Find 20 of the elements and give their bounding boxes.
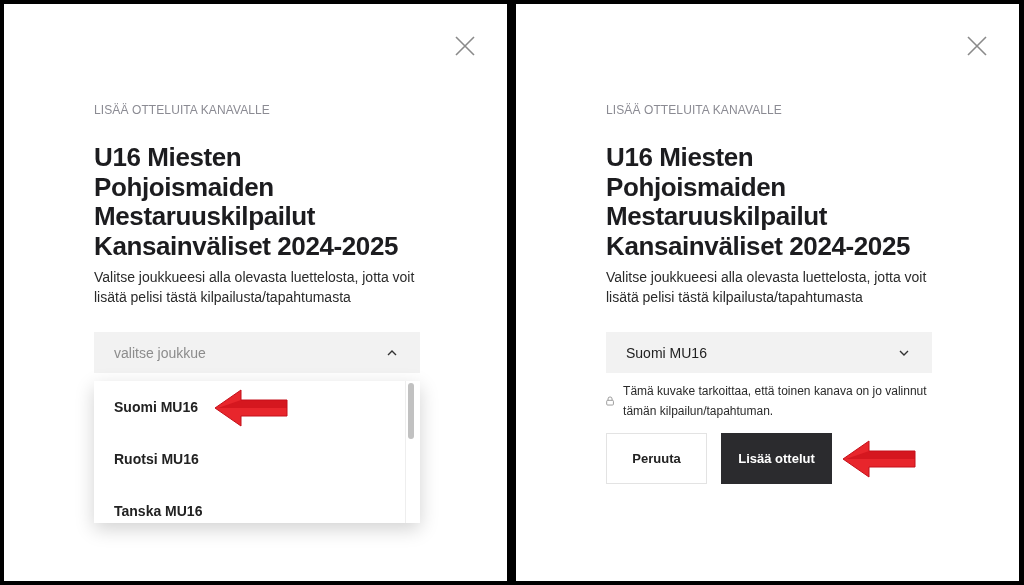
modal-title: U16 Miesten Pohjoismaiden Mestaruuskilpailut Kansainväliset 2024-2025 (606, 143, 912, 261)
add-button[interactable]: Lisää ottelut (721, 433, 832, 484)
team-option[interactable]: Suomi MU16 (114, 399, 198, 416)
arrow-icon (214, 389, 288, 427)
team-option[interactable]: Ruotsi MU16 (114, 451, 199, 468)
note-text: Tämä kuvake tarkoittaa, että toinen kanava on jo valinnut tämän kilpailun/tapahtuman. (623, 383, 928, 420)
eyebrow-label: LISÄÄ OTTELUITA KANAVALLE (94, 103, 271, 117)
close-icon[interactable] (455, 36, 475, 56)
team-select[interactable]: Suomi MU16 (606, 332, 932, 373)
eyebrow-label: LISÄÄ OTTELUITA KANAVALLE (606, 103, 783, 117)
description-text: Valitse joukkueesi alla olevasta luettelosta, jotta voit lisätä pelisi tästä kilpailusta/tapahtumasta (94, 268, 416, 307)
chevron-icon (899, 349, 909, 356)
modal-title: U16 Miesten Pohjoismaiden Mestaruuskilpailut Kansainväliset 2024-2025 (94, 143, 400, 261)
team-option[interactable]: Tanska MU16 (114, 503, 203, 520)
lock-icon (606, 394, 615, 408)
chevron-icon (387, 349, 397, 356)
description-text: Valitse joukkueesi alla olevasta luettelosta, jotta voit lisätä pelisi tästä kilpailusta/tapahtumasta (606, 268, 928, 307)
close-icon[interactable] (967, 36, 987, 56)
arrow-icon (842, 439, 916, 478)
cancel-button[interactable]: Peruuta (606, 433, 707, 484)
